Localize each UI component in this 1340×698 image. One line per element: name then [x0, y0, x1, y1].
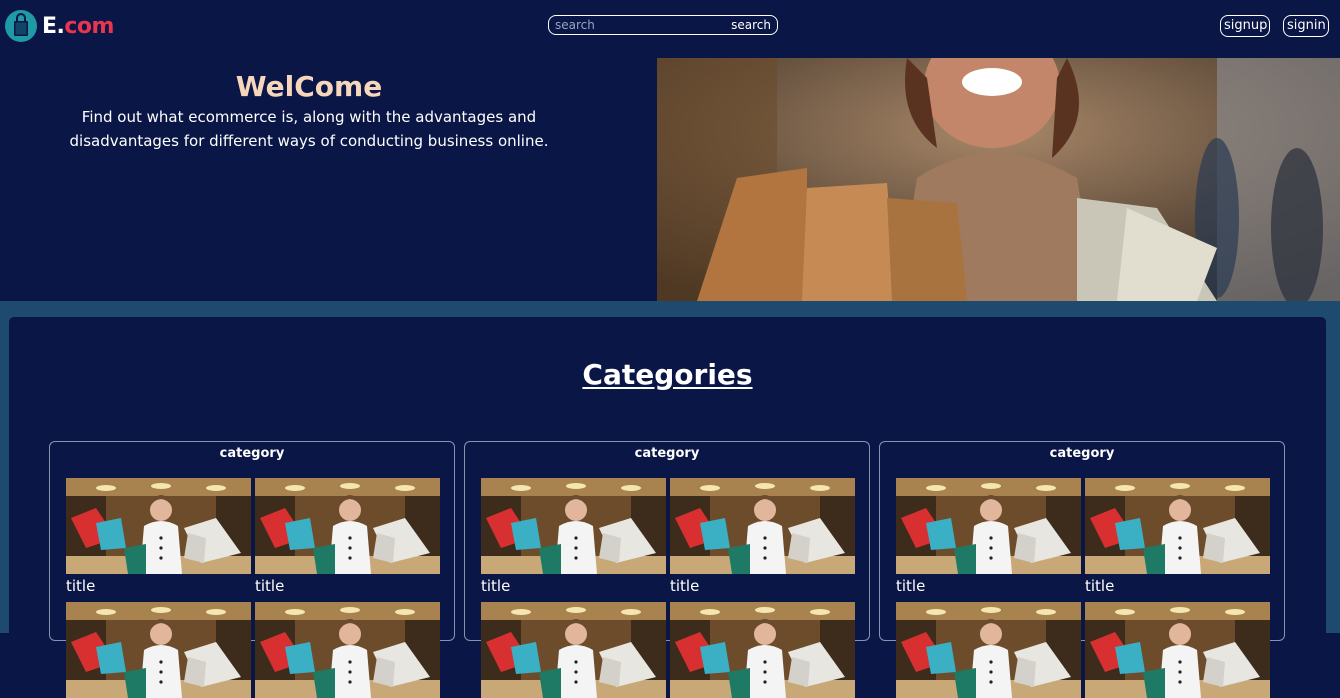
product-image — [66, 478, 251, 574]
category-card[interactable]: category title title — [879, 441, 1285, 641]
product-title: title — [66, 577, 96, 595]
categories-heading: Categories — [582, 358, 753, 391]
product-item[interactable]: title — [66, 478, 251, 595]
product-item[interactable]: title — [255, 478, 440, 595]
product-image — [896, 602, 1081, 698]
shopping-bag-icon — [5, 10, 37, 42]
product-image — [481, 478, 666, 574]
product-title: title — [896, 577, 926, 595]
hero-shopping-woman-image — [657, 58, 1340, 301]
hero-title: WelCome — [235, 70, 383, 103]
hero-section: WelCome Find out what ecommerce is, alon… — [0, 58, 1340, 301]
product-image — [255, 602, 440, 698]
logo-text: E.com — [42, 14, 114, 39]
site-logo[interactable]: E.com — [5, 9, 114, 43]
product-image — [66, 602, 251, 698]
top-navbar: E.com search signup signin — [0, 0, 1340, 58]
product-item[interactable]: title — [896, 478, 1081, 595]
product-title: title — [481, 577, 511, 595]
category-label: category — [634, 446, 700, 461]
logo-e: E. — [42, 13, 65, 39]
product-item[interactable] — [66, 602, 251, 698]
product-image — [1085, 478, 1270, 574]
signup-button[interactable]: signup — [1220, 15, 1270, 37]
product-item[interactable] — [896, 602, 1081, 698]
product-item[interactable]: title — [1085, 478, 1270, 595]
search-bar: search — [548, 15, 778, 35]
product-image — [896, 478, 1081, 574]
signin-button[interactable]: signin — [1283, 15, 1329, 37]
product-image — [255, 478, 440, 574]
category-label: category — [1049, 446, 1115, 461]
product-title: title — [1085, 577, 1115, 595]
product-title: title — [670, 577, 700, 595]
product-item[interactable] — [255, 602, 440, 698]
search-button[interactable]: search — [731, 17, 771, 33]
product-image — [481, 602, 666, 698]
search-input[interactable] — [555, 17, 715, 33]
product-image — [670, 602, 855, 698]
logo-com: com — [64, 13, 114, 39]
category-card[interactable]: category title title — [49, 441, 455, 641]
category-label: category — [219, 446, 285, 461]
product-image — [670, 478, 855, 574]
product-item[interactable] — [481, 602, 666, 698]
product-title: title — [255, 577, 285, 595]
product-image — [1085, 602, 1270, 698]
product-item[interactable]: title — [670, 478, 855, 595]
product-item[interactable] — [1085, 602, 1270, 698]
category-card[interactable]: category title title — [464, 441, 870, 641]
product-item[interactable] — [670, 602, 855, 698]
hero-description: Find out what ecommerce is, along with t… — [69, 108, 549, 150]
product-item[interactable]: title — [481, 478, 666, 595]
